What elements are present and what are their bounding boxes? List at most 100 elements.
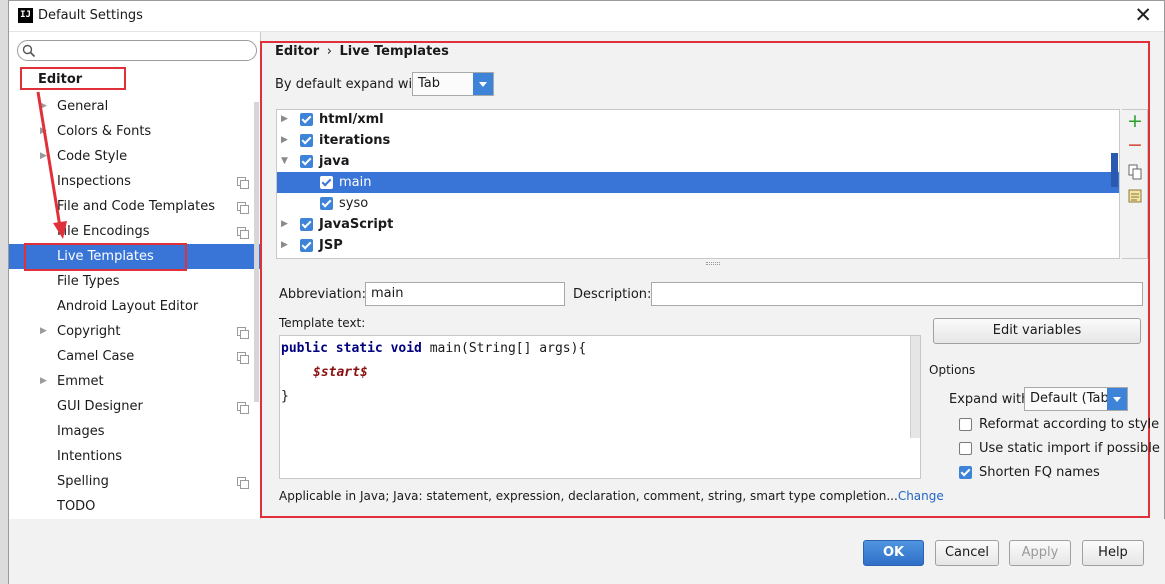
sidebar-item-label: Camel Case: [57, 349, 135, 364]
title-bar: IJ Default Settings ✕: [9, 1, 1164, 32]
description-input[interactable]: [651, 282, 1143, 306]
template-group-icon[interactable]: [1128, 189, 1142, 203]
edit-variables-button[interactable]: Edit variables: [933, 318, 1141, 344]
expand-row: By default expand with: [275, 77, 426, 92]
add-icon[interactable]: +: [1127, 112, 1143, 131]
abbreviation-input[interactable]: main: [365, 282, 565, 306]
search-icon: [22, 44, 36, 58]
breadcrumb: Editor › Live Templates: [275, 44, 449, 59]
sidebar-item-label: Intentions: [57, 449, 123, 464]
sidebar-item-label: GUI Designer: [57, 399, 143, 414]
annotation-arrow-icon: [36, 91, 67, 239]
sidebar-item-emmet[interactable]: ▶ Emmet: [9, 369, 260, 394]
close-icon[interactable]: ✕: [1134, 4, 1152, 26]
sidebar-item-todo[interactable]: TODO: [9, 494, 260, 519]
template-row[interactable]: syso: [277, 193, 1119, 214]
templates-toolbar: + −: [1122, 109, 1148, 259]
template-checkbox[interactable]: [300, 155, 313, 168]
breadcrumb-separator: ›: [326, 44, 332, 59]
code-keywords: public static void: [281, 341, 422, 356]
options-title: Options: [929, 363, 976, 377]
sidebar-item-label: Emmet: [57, 374, 104, 389]
chevron-down-icon: [473, 73, 493, 95]
template-text-label: Template text:: [279, 316, 366, 330]
shorten-fq-checkbox[interactable]: [959, 466, 972, 479]
templates-scrollbar[interactable]: [1111, 153, 1118, 187]
template-group-row[interactable]: ▶ JSP: [277, 235, 1119, 256]
template-group-row[interactable]: ▼ java: [277, 151, 1119, 172]
splitter-handle[interactable]: [706, 262, 720, 265]
sidebar-item-label: TODO: [57, 499, 96, 514]
applicable-contexts: Applicable in Java; Java: statement, exp…: [279, 489, 944, 503]
expand-label: By default expand with: [275, 77, 426, 92]
applicable-text: Applicable in Java; Java: statement, exp…: [279, 489, 898, 503]
static-import-label: Use static import if possible: [979, 441, 1160, 456]
sidebar-item-label: Images: [57, 424, 105, 439]
sidebar-item-camel-case[interactable]: Camel Case: [9, 344, 260, 369]
sidebar-scrollbar[interactable]: [254, 102, 259, 402]
code-line-3: }: [281, 389, 289, 404]
expand-key-value: Tab: [418, 76, 441, 91]
sidebar-item-gui-designer[interactable]: GUI Designer: [9, 394, 260, 419]
chevron-down-icon: [1107, 388, 1127, 410]
description-label: Description:: [573, 287, 652, 302]
template-checkbox[interactable]: [320, 176, 333, 189]
remove-icon[interactable]: −: [1127, 136, 1143, 155]
code-signature: main(String[] args){: [421, 341, 587, 356]
project-scope-icon: [237, 477, 249, 489]
sidebar-item-label: Spelling: [57, 474, 109, 489]
template-checkbox[interactable]: [300, 239, 313, 252]
project-scope-icon: [237, 402, 249, 414]
settings-dialog: IJ Default Settings ✕ Editor ▶General▶Co…: [8, 0, 1165, 584]
expand-with-label: Expand with: [949, 392, 1030, 407]
template-group-row[interactable]: ▶ iterations: [277, 130, 1119, 151]
reformat-label: Reformat according to style: [979, 417, 1160, 432]
abbreviation-label: Abbreviation:: [279, 287, 367, 302]
apply-button[interactable]: Apply: [1009, 540, 1071, 566]
template-checkbox[interactable]: [300, 218, 313, 231]
shorten-fq-label: Shorten FQ names: [979, 465, 1100, 480]
expand-with-value: Default (Tab): [1030, 391, 1114, 406]
dialog-footer: OK Cancel Apply Help: [9, 519, 1165, 584]
expand-arrow-icon[interactable]: ▶: [281, 235, 288, 256]
ok-button[interactable]: OK: [863, 540, 924, 566]
annotation-box-editor: [20, 67, 126, 90]
expand-arrow-icon[interactable]: ▶: [281, 130, 288, 151]
template-row[interactable]: main: [277, 172, 1119, 193]
template-label: JavaScript: [319, 217, 394, 232]
sidebar-item-spelling[interactable]: Spelling: [9, 469, 260, 494]
window-title: Default Settings: [38, 8, 143, 23]
project-scope-icon: [237, 177, 249, 189]
static-import-checkbox[interactable]: [959, 442, 972, 455]
help-button[interactable]: Help: [1082, 540, 1144, 566]
sidebar-item-images[interactable]: Images: [9, 419, 260, 444]
project-scope-icon: [237, 202, 249, 214]
template-group-row[interactable]: ▶ html/xml: [277, 109, 1119, 130]
code-scrollbar[interactable]: [910, 336, 920, 438]
template-label: java: [319, 154, 350, 169]
template-checkbox[interactable]: [300, 134, 313, 147]
template-group-row[interactable]: ▶ JavaScript: [277, 214, 1119, 235]
templates-tree: ▶ html/xml ▶ iterations ▼ java main syso ▶ JavaSc…: [276, 109, 1120, 259]
template-checkbox[interactable]: [320, 197, 333, 210]
expand-arrow-icon[interactable]: ▶: [40, 369, 47, 394]
sidebar-item-intentions[interactable]: Intentions: [9, 444, 260, 469]
template-label: JSP: [319, 238, 343, 253]
expand-with-select[interactable]: Default (Tab): [1024, 387, 1128, 411]
copy-icon[interactable]: [1128, 164, 1142, 180]
reformat-checkbox[interactable]: [959, 418, 972, 431]
expand-arrow-icon[interactable]: ▶: [281, 214, 288, 235]
breadcrumb-parent: Editor: [275, 44, 320, 59]
code-line-2: $start$: [313, 365, 368, 380]
expand-arrow-icon[interactable]: ▶: [281, 109, 288, 130]
template-checkbox[interactable]: [300, 113, 313, 126]
template-text-editor[interactable]: public static void main(String[] args){ …: [279, 335, 921, 479]
template-label: iterations: [319, 133, 391, 148]
code-line-1: public static void main(String[] args){: [281, 341, 586, 356]
change-link[interactable]: Change: [898, 489, 944, 503]
collapse-arrow-icon[interactable]: ▼: [281, 151, 288, 172]
intellij-app-icon: IJ: [18, 8, 33, 23]
cancel-button[interactable]: Cancel: [935, 540, 999, 566]
search-input[interactable]: [17, 40, 257, 61]
expand-key-select[interactable]: Tab: [412, 72, 494, 96]
